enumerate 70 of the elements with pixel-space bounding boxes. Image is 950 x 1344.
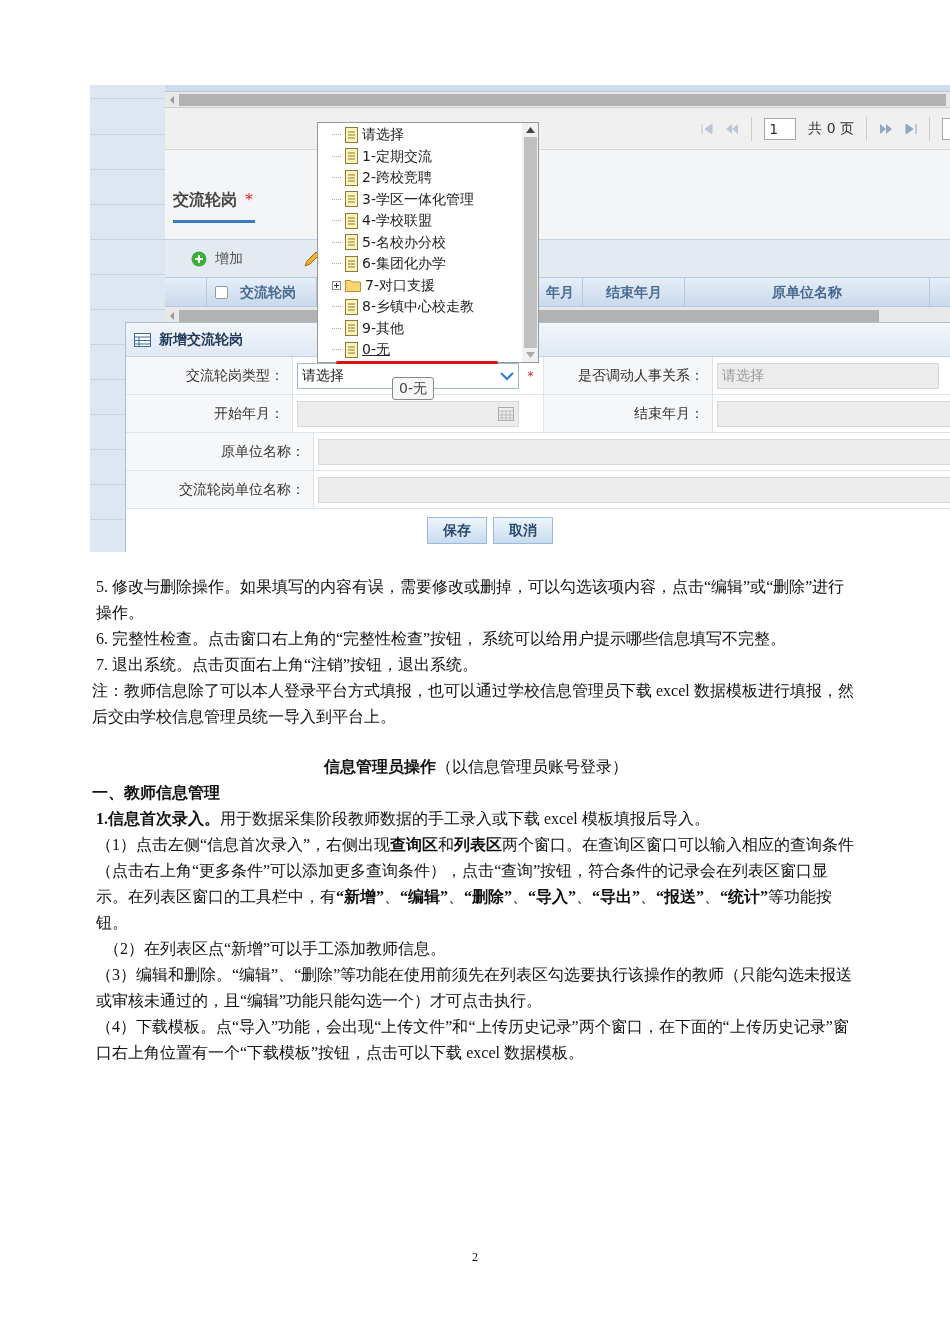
- tooltip: 0-无: [392, 377, 434, 400]
- vertical-scrollbar[interactable]: [522, 123, 538, 362]
- chevron-down-icon: [500, 370, 515, 381]
- paragraph: 5. 修改与删除操作。如果填写的内容有误，需要修改或删掉，可以勾选该项内容，点击“编辑”或“删除”进行操作。: [95, 577, 846, 623]
- scroll-left-icon[interactable]: [169, 312, 175, 320]
- document-icon: [345, 234, 358, 251]
- document-icon: [345, 298, 358, 315]
- page-size-input[interactable]: [942, 117, 950, 140]
- field-label: 原单位名称：: [221, 442, 305, 461]
- document-icon: [345, 148, 358, 165]
- table-icon: [134, 332, 151, 347]
- tree-item[interactable]: 5-名校办分校: [332, 231, 522, 253]
- paragraph: 7. 退出系统。点击页面右上角“注销”按钮，退出系统。: [95, 655, 480, 675]
- next-page-icon[interactable]: [879, 123, 893, 134]
- scroll-left-icon[interactable]: [169, 95, 175, 104]
- plus-circle-icon: [191, 250, 207, 267]
- paragraph: （4）下载模板。点“导入”功能，会出现“上传文件”和“上传历史记录”两个窗口，在下面的“上传历史记录”窗口右上角位置有一个“下载模板”按钮，点击可以下载 excel 数据模板。: [95, 1017, 850, 1063]
- tree-item[interactable]: 6-集团化办学: [332, 253, 522, 275]
- paragraph: 6. 完整性检查。点击窗口右上角的“完整性检查”按钮， 系统可以给用户提示哪些信息填写不完整。: [95, 629, 788, 649]
- last-page-icon[interactable]: [905, 123, 917, 134]
- tree-item[interactable]: 8-乡镇中心校走教: [332, 296, 522, 318]
- document-icon: [345, 169, 358, 186]
- paragraph: （2）在列表区点“新增”可以手工添加教师信息。: [103, 939, 448, 959]
- scroll-down-icon[interactable]: [525, 352, 535, 358]
- document-icon: [345, 191, 358, 208]
- tree-item[interactable]: 1-定期交流: [332, 145, 522, 167]
- required-mark: *: [245, 189, 253, 211]
- scroll-up-icon[interactable]: [525, 127, 535, 133]
- add-button[interactable]: 增加: [191, 248, 243, 269]
- tree-item[interactable]: 4-学校联盟: [332, 210, 522, 232]
- tree-item[interactable]: 3-学区一体化管理: [332, 188, 522, 210]
- tree-item[interactable]: 9-其他: [332, 317, 522, 339]
- field-label: 是否调动人事关系：: [578, 366, 705, 385]
- dialog-button[interactable]: 保存: [427, 517, 487, 544]
- dialog-button[interactable]: 取消: [493, 517, 553, 544]
- previous-page-icon[interactable]: [725, 123, 740, 134]
- dialog-title: 新增交流轮岗: [159, 330, 243, 349]
- tree-item[interactable]: 0-无: [332, 339, 522, 361]
- field-label: 开始年月：: [214, 404, 285, 423]
- document-icon: [345, 341, 358, 358]
- page-input[interactable]: 1: [764, 117, 797, 140]
- field-label: 交流轮岗单位名称：: [179, 480, 305, 499]
- checkbox[interactable]: [215, 285, 228, 299]
- column-header: 结束年月: [605, 282, 662, 302]
- required-mark: *: [527, 367, 534, 385]
- document-icon: [345, 255, 358, 272]
- column-header: 交流轮岗: [240, 282, 296, 302]
- page-total: 共 0 页: [808, 119, 854, 138]
- field-label: 结束年月：: [634, 404, 705, 423]
- paragraph: 注：教师信息除了可以本人登录平台方式填报，也可以通过学校信息管理员下载 excel 数据模板进行填报，然后交由学校信息管理员统一导入到平台上。: [92, 681, 855, 727]
- paragraph: （1）点击左侧“信息首次录入”，右侧出现查询区和列表区两个窗口。在查询区窗口可以输入相应的查询条件（点击右上角“更多条件”可以添加更多查询条件），点击“查询”按钮，符合条件的记录会在列表区窗口显示。在列表区窗口的工具栏中，有“新增”、“编辑”、“删除”、“导入”、“导出”、“报送”、“统计”等功能按钮。: [95, 835, 856, 933]
- tree-item[interactable]: 7-对口支援: [332, 274, 522, 296]
- section-heading: 信息管理员操作（以信息管理员账号登录）: [322, 757, 629, 777]
- column-header: 原单位名称: [772, 282, 842, 302]
- first-page-icon[interactable]: [701, 123, 714, 134]
- document-icon: [345, 212, 358, 229]
- document-icon: [345, 126, 358, 143]
- horizontal-scrollbar[interactable]: [165, 92, 950, 108]
- expand-icon[interactable]: [332, 280, 341, 290]
- paragraph: （3）编辑和删除。“编辑”、“删除”等功能在使用前须先在列表区勾选要执行该操作的教师（只能勾选未报送或审核未通过的，且“编辑”功能只能勾选一个）才可点击执行。: [95, 965, 854, 1011]
- tree-item[interactable]: 2-跨校竞聘: [332, 167, 522, 189]
- document-icon: [345, 320, 358, 337]
- tree-item[interactable]: 请选择: [332, 124, 522, 146]
- field-label: 交流轮岗类型：: [186, 366, 285, 385]
- column-header: 年月: [546, 282, 574, 302]
- page-number: 2: [471, 1249, 479, 1266]
- calendar-icon: [498, 406, 515, 421]
- paragraph: 1.信息首次录入。用于数据采集阶段教师数据的手工录入或下载 excel 模板填报后导入。: [95, 809, 711, 829]
- heading: 一、教师信息管理: [92, 783, 221, 803]
- section-title: 交流轮岗: [173, 189, 237, 211]
